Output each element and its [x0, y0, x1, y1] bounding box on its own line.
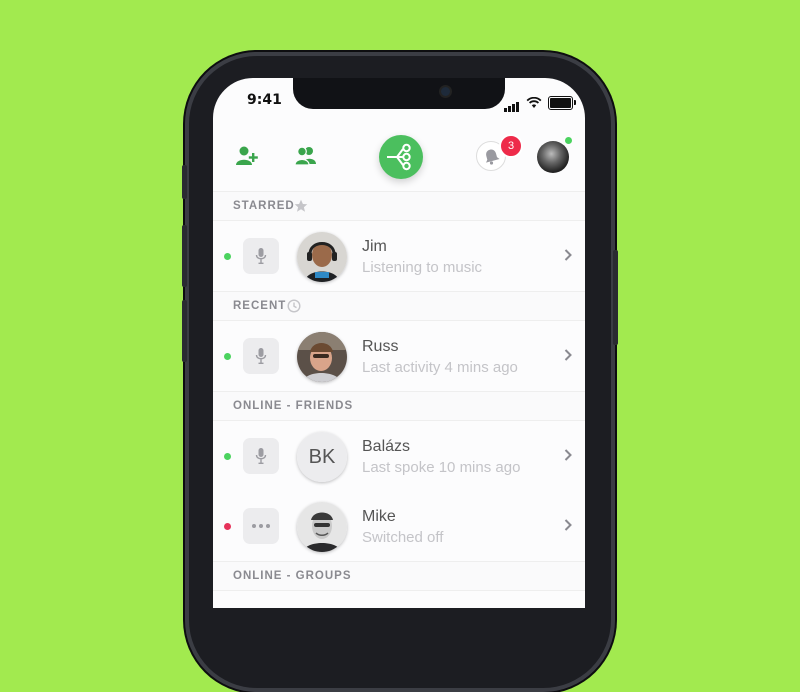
chevron-right-icon[interactable] [563, 518, 573, 532]
contact-status: Listening to music [362, 259, 483, 276]
chevron-right-icon[interactable] [563, 248, 573, 262]
contact-name: Balázs [362, 438, 411, 455]
offline-indicator [224, 523, 231, 530]
top-bar: 3 [213, 123, 585, 191]
users-icon[interactable] [294, 145, 318, 167]
avatar-initials: BK [297, 432, 347, 482]
section-header-starred: STARRED [213, 191, 585, 221]
section-title: RECENT [233, 300, 287, 312]
battery-icon [548, 95, 576, 110]
clock-icon [287, 299, 301, 313]
contact-status: Last spoke 10 mins ago [362, 459, 521, 476]
online-indicator [224, 453, 231, 460]
wifi-icon [526, 96, 542, 108]
avatar [297, 332, 347, 382]
contact-row[interactable]: Jim Listening to music [213, 221, 585, 291]
profile-avatar[interactable] [537, 141, 569, 173]
contact-row[interactable]: BK Balázs Last spoke 10 mins ago [213, 421, 585, 491]
section-title: ONLINE - FRIENDS [233, 400, 354, 412]
avatar [297, 502, 347, 552]
screen: 9:41 3 STARRED Jim Listening to music RE… [213, 78, 585, 608]
talk-button[interactable] [243, 238, 279, 274]
bell-icon [486, 149, 500, 165]
status-time: 9:41 [247, 92, 282, 108]
contact-name: Jim [362, 238, 387, 255]
star-icon [294, 199, 308, 212]
camera-icon [441, 87, 450, 96]
share-network-icon [387, 143, 411, 171]
side-button [182, 165, 187, 199]
share-network-button[interactable] [379, 135, 423, 179]
section-header-online-groups: ONLINE - GROUPS [213, 561, 585, 591]
online-indicator [224, 353, 231, 360]
contact-name: Russ [362, 338, 399, 355]
section-header-recent: RECENT [213, 291, 585, 321]
section-title: ONLINE - GROUPS [233, 570, 352, 582]
power-button [613, 250, 618, 345]
chevron-right-icon[interactable] [563, 348, 573, 362]
contact-status: Switched off [362, 529, 444, 546]
profile-online-indicator [565, 137, 572, 144]
more-icon [252, 524, 270, 528]
talk-button[interactable] [243, 338, 279, 374]
signal-icon [504, 93, 520, 112]
chevron-right-icon[interactable] [563, 448, 573, 462]
talk-button[interactable] [243, 438, 279, 474]
online-indicator [224, 253, 231, 260]
contact-name: Mike [362, 508, 396, 525]
status-icons [504, 93, 576, 112]
mic-icon [255, 248, 267, 264]
avatar [297, 232, 347, 282]
contact-row[interactable]: Russ Last activity 4 mins ago [213, 321, 585, 391]
notch [293, 78, 505, 109]
volume-up-button [182, 225, 187, 287]
mic-icon [255, 448, 267, 464]
contact-status: Last activity 4 mins ago [362, 359, 518, 376]
more-button[interactable] [243, 508, 279, 544]
mic-icon [255, 348, 267, 364]
avatar: BK [297, 432, 347, 482]
add-user-icon[interactable] [235, 145, 259, 167]
contact-row[interactable]: Mike Switched off [213, 491, 585, 561]
section-title: STARRED [233, 200, 295, 212]
section-header-online-friends: ONLINE - FRIENDS [213, 391, 585, 421]
notification-badge: 3 [499, 134, 523, 158]
volume-down-button [182, 300, 187, 362]
